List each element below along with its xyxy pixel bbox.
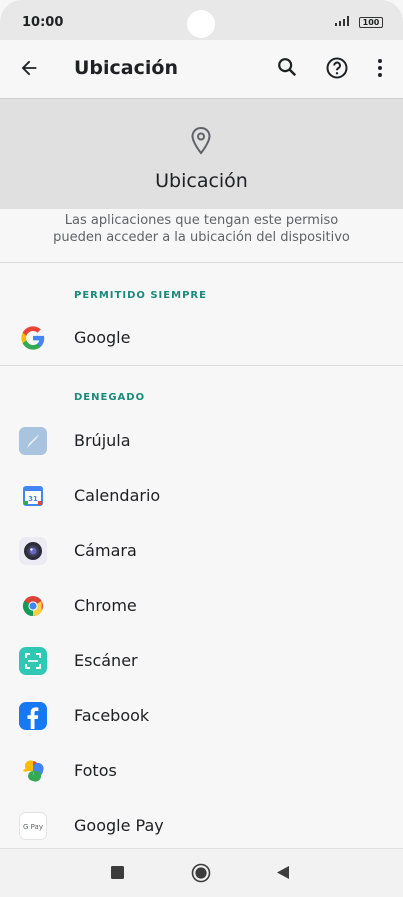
section-title-denied: DENEGADO xyxy=(74,392,146,403)
google-pay-icon: G Pay xyxy=(19,812,47,840)
app-label: Escáner xyxy=(74,651,138,670)
description-line-1: Las aplicaciones que tengan este permiso xyxy=(64,213,339,228)
permission-description: Las aplicaciones que tengan este permiso… xyxy=(40,212,363,246)
more-options-icon[interactable] xyxy=(368,56,392,80)
banner-title: Ubicación xyxy=(155,170,248,192)
facebook-icon xyxy=(19,702,47,730)
app-row-escaner[interactable]: Escáner xyxy=(0,637,403,685)
google-pay-text: G Pay xyxy=(23,823,43,831)
compass-icon xyxy=(19,427,47,455)
app-bar: Ubicación xyxy=(0,40,403,98)
app-row-google[interactable]: Google xyxy=(0,314,403,362)
camera-icon xyxy=(19,537,47,565)
app-label: Cámara xyxy=(74,541,137,560)
search-icon[interactable] xyxy=(276,56,298,78)
signal-icon xyxy=(335,16,349,26)
app-row-fotos[interactable]: Fotos xyxy=(0,747,403,795)
photos-icon xyxy=(23,760,44,782)
app-row-camara[interactable]: Cámara xyxy=(0,527,403,575)
divider xyxy=(0,365,403,366)
app-label: Google Pay xyxy=(74,816,164,835)
back-triangle-icon[interactable] xyxy=(276,865,290,880)
app-row-chrome[interactable]: Chrome xyxy=(0,582,403,630)
app-label: Calendario xyxy=(74,486,161,505)
app-label: Brújula xyxy=(74,431,131,450)
app-label: Chrome xyxy=(74,596,137,615)
app-row-brujula[interactable]: Brújula xyxy=(0,417,403,465)
app-row-facebook[interactable]: Facebook xyxy=(0,692,403,740)
chrome-icon xyxy=(22,596,43,617)
page-title: Ubicación xyxy=(74,57,178,79)
divider xyxy=(0,262,403,263)
back-arrow-icon[interactable] xyxy=(18,57,40,79)
status-bar: 10:00 100 xyxy=(0,0,403,40)
calendar-icon: 31 xyxy=(23,486,43,506)
app-row-calendario[interactable]: 31 Calendario xyxy=(0,472,403,520)
description-line-2: pueden acceder a la ubicación del dispos… xyxy=(53,230,350,245)
home-icon[interactable] xyxy=(191,863,211,883)
status-time: 10:00 xyxy=(22,15,64,30)
section-title-allowed: PERMITIDO SIEMPRE xyxy=(74,290,207,301)
front-camera xyxy=(187,10,215,38)
scanner-icon xyxy=(19,647,47,675)
google-icon xyxy=(21,326,45,350)
recent-apps-icon[interactable] xyxy=(111,866,124,879)
system-navigation-bar xyxy=(0,848,403,897)
location-pin-icon xyxy=(191,126,211,155)
app-label: Google xyxy=(74,328,131,347)
calendar-day: 31 xyxy=(28,495,38,503)
battery-icon: 100 xyxy=(359,17,383,28)
app-label: Fotos xyxy=(74,761,117,780)
app-row-google-pay[interactable]: G Pay Google Pay xyxy=(0,802,403,850)
battery-level: 100 xyxy=(362,18,380,27)
help-icon[interactable] xyxy=(325,56,349,80)
app-label: Facebook xyxy=(74,706,150,725)
header-banner: Ubicación xyxy=(0,98,403,209)
